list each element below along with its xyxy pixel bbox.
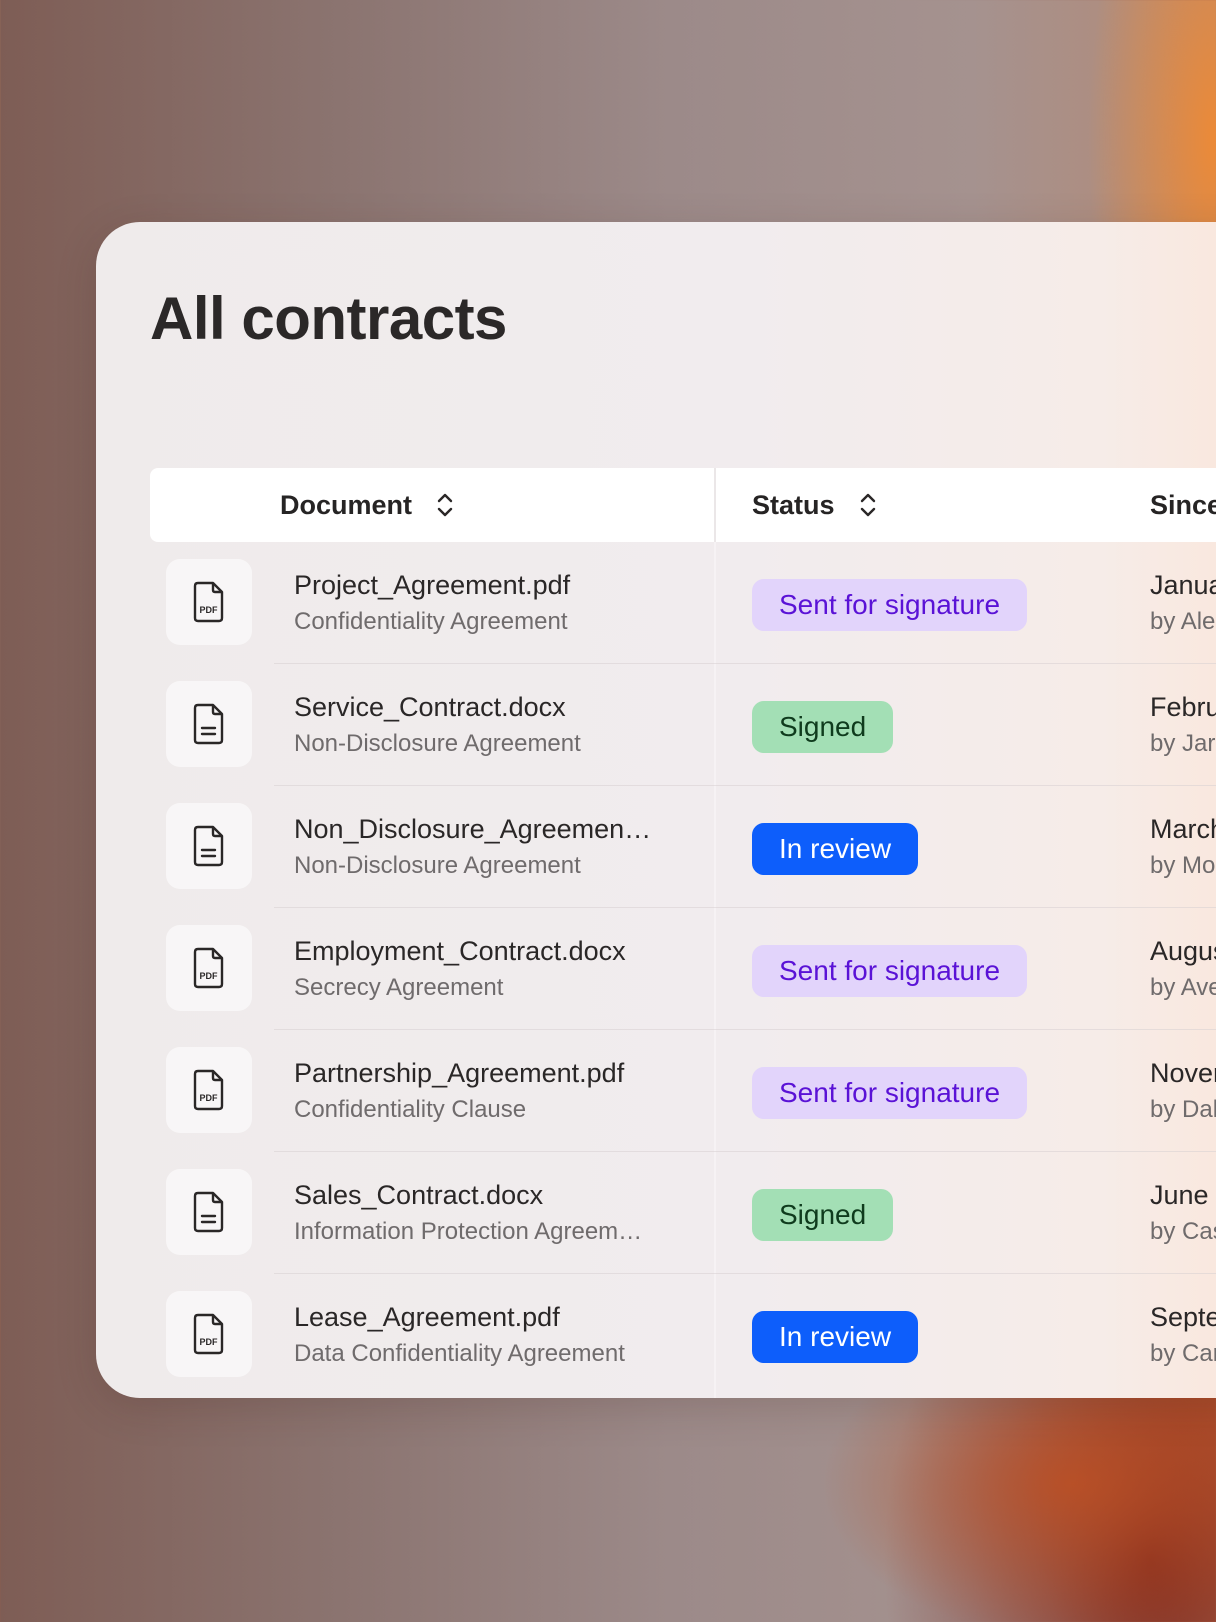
since-date: March <box>1150 814 1216 844</box>
document-type: Confidentiality Agreement <box>294 608 568 635</box>
svg-text:PDF: PDF <box>200 1093 219 1103</box>
table-row[interactable]: PDF Partnership_Agreement.pdf Confidenti… <box>150 1030 1216 1152</box>
table-row[interactable]: PDF Project_Agreement.pdf Confidentialit… <box>150 542 1216 664</box>
background-glow <box>820 1380 1216 1622</box>
status-badge: In review <box>752 1311 919 1363</box>
document-name: Non_Disclosure_Agreemen… <box>294 814 652 844</box>
svg-text:PDF: PDF <box>200 971 219 981</box>
column-header-since[interactable]: Since <box>1150 468 1216 542</box>
table-row[interactable]: Sales_Contract.docx Information Protecti… <box>150 1152 1216 1274</box>
since-date: Febru <box>1150 692 1216 722</box>
column-header-document[interactable]: Document <box>280 468 454 542</box>
pdf-file-icon: PDF <box>166 925 252 1011</box>
page-title: All contracts <box>150 285 507 352</box>
document-type: Confidentiality Clause <box>294 1096 527 1123</box>
contracts-panel: All contracts Document Status Since PDF … <box>96 222 1216 1398</box>
status-badge: Signed <box>752 701 894 753</box>
sort-icon[interactable] <box>436 491 454 519</box>
since-author: by Ave <box>1150 974 1216 1001</box>
column-header-status-label: Status <box>752 489 835 520</box>
document-type: Information Protection Agreem… <box>294 1218 643 1245</box>
document-name: Service_Contract.docx <box>294 692 566 722</box>
document-name: Partnership_Agreement.pdf <box>294 1058 625 1088</box>
since-author: by Ale <box>1150 608 1216 635</box>
sort-icon[interactable] <box>859 491 877 519</box>
column-header-status[interactable]: Status <box>752 468 877 542</box>
since-author: by Jar <box>1150 730 1216 757</box>
svg-text:PDF: PDF <box>200 605 219 615</box>
document-file-icon <box>166 1169 252 1255</box>
column-header-since-label: Since <box>1150 489 1216 520</box>
table-row[interactable]: Non_Disclosure_Agreemen… Non-Disclosure … <box>150 786 1216 908</box>
status-badge: In review <box>752 823 919 875</box>
table-row[interactable]: PDF Lease_Agreement.pdf Data Confidentia… <box>150 1274 1216 1396</box>
since-date: Nover <box>1150 1058 1216 1088</box>
since-author: by Dal <box>1150 1096 1216 1123</box>
document-type: Non-Disclosure Agreement <box>294 852 581 879</box>
pdf-file-icon: PDF <box>166 1047 252 1133</box>
document-file-icon <box>166 803 252 889</box>
svg-text:PDF: PDF <box>200 1337 219 1347</box>
since-author: by Cas <box>1150 1218 1216 1245</box>
status-badge: Sent for signature <box>752 945 1028 997</box>
document-type: Data Confidentiality Agreement <box>294 1340 625 1367</box>
document-name: Lease_Agreement.pdf <box>294 1302 560 1332</box>
document-name: Project_Agreement.pdf <box>294 570 571 600</box>
document-type: Non-Disclosure Agreement <box>294 730 581 757</box>
pdf-file-icon: PDF <box>166 559 252 645</box>
status-badge: Sent for signature <box>752 579 1028 631</box>
table-row[interactable]: PDF Employment_Contract.docx Secrecy Agr… <box>150 908 1216 1030</box>
since-date: Septe <box>1150 1302 1216 1332</box>
since-date: Augus <box>1150 936 1216 966</box>
status-badge: Sent for signature <box>752 1067 1028 1119</box>
since-author: by Mo <box>1150 852 1216 879</box>
document-type: Secrecy Agreement <box>294 974 504 1001</box>
document-file-icon <box>166 681 252 767</box>
column-divider <box>714 468 716 542</box>
since-date: Janua <box>1150 570 1216 600</box>
status-badge: Signed <box>752 1189 894 1241</box>
document-name: Sales_Contract.docx <box>294 1180 544 1210</box>
table-header: Document Status Since <box>150 468 1216 542</box>
pdf-file-icon: PDF <box>166 1291 252 1377</box>
column-header-document-label: Document <box>280 489 413 520</box>
since-author: by Car <box>1150 1340 1216 1367</box>
document-name: Employment_Contract.docx <box>294 936 626 966</box>
table-row[interactable]: Service_Contract.docx Non-Disclosure Agr… <box>150 664 1216 786</box>
since-date: June <box>1150 1180 1209 1210</box>
